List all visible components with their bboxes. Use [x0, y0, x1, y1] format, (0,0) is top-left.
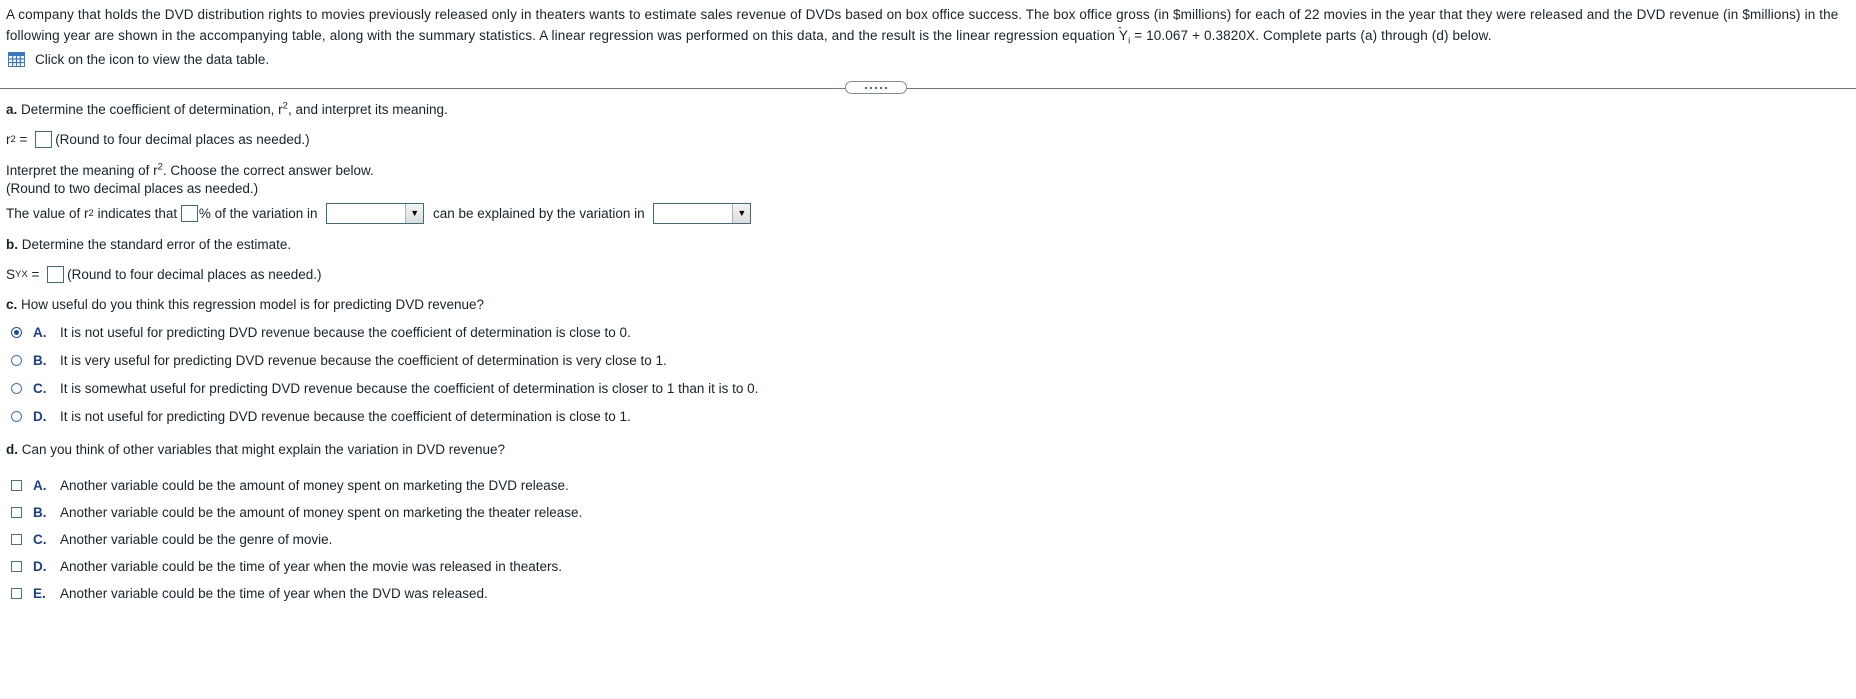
- radio-icon-a[interactable]: [11, 327, 22, 338]
- checkbox-option-a-letter: A.: [33, 478, 47, 493]
- problem-statement: A company that holds the DVD distributio…: [6, 4, 1850, 46]
- radio-option-b[interactable]: B. It is very useful for predicting DVD …: [6, 352, 1850, 370]
- radio-icon-d[interactable]: [11, 411, 22, 422]
- part-c-options: A. It is not useful for predicting DVD r…: [6, 324, 1850, 426]
- panel-splitter[interactable]: [0, 81, 1856, 94]
- part-c-prompt-text: How useful do you think this regression …: [17, 297, 484, 312]
- checkbox-option-c[interactable]: C. Another variable could be the genre o…: [6, 531, 1850, 549]
- radio-option-a[interactable]: A. It is not useful for predicting DVD r…: [6, 324, 1850, 342]
- grid-table-icon[interactable]: [8, 52, 25, 67]
- independent-variable-dropdown-value: [654, 204, 732, 223]
- checkbox-icon-a[interactable]: [11, 480, 22, 491]
- checkbox-option-e-text[interactable]: Another variable could be the time of ye…: [60, 585, 488, 603]
- r-squared-rounding-hint: (Round to four decimal places as needed.…: [55, 132, 310, 147]
- checkbox-icon-e[interactable]: [11, 588, 22, 599]
- part-b-prompt: b. Determine the standard error of the e…: [6, 237, 1850, 252]
- standard-error-answer-row: S YX = (Round to four decimal places as n…: [6, 266, 322, 283]
- value-text-explained-by: can be explained by the variation in: [429, 206, 649, 221]
- splitter-dot: [875, 86, 877, 89]
- standard-error-label: S: [6, 267, 16, 282]
- r-squared-input[interactable]: [35, 131, 53, 148]
- radio-option-d[interactable]: D. It is not useful for predicting DVD r…: [6, 408, 1850, 426]
- standard-error-equals: =: [27, 267, 44, 282]
- part-b-letter: b.: [6, 237, 18, 252]
- checkbox-icon-c[interactable]: [11, 534, 22, 545]
- radio-option-a-text[interactable]: It is not useful for predicting DVD reve…: [60, 324, 631, 342]
- checkbox-option-d-letter: D.: [33, 559, 47, 574]
- radio-option-c-text[interactable]: It is somewhat useful for predicting DVD…: [60, 380, 758, 398]
- dependent-variable-dropdown-value: [327, 204, 405, 223]
- radio-icon-c[interactable]: [11, 383, 22, 394]
- problem-statement-text-part1: A company that holds the DVD distributio…: [6, 7, 1839, 43]
- percent-variation-input[interactable]: [180, 205, 198, 222]
- independent-variable-dropdown[interactable]: ▼: [653, 203, 752, 224]
- part-c-prompt: c. How useful do you think this regressi…: [6, 297, 1850, 312]
- chevron-down-icon[interactable]: ▼: [405, 204, 424, 223]
- checkbox-option-b-text[interactable]: Another variable could be the amount of …: [60, 504, 582, 522]
- r-squared-answer-row: r2 = (Round to four decimal places as ne…: [6, 131, 310, 148]
- data-table-link-label[interactable]: Click on the icon to view the data table…: [35, 52, 269, 67]
- checkbox-icon-b[interactable]: [11, 507, 22, 518]
- part-d-options: A. Another variable could be the amount …: [6, 477, 1850, 603]
- splitter-dot: [880, 86, 882, 89]
- data-table-link-row[interactable]: Click on the icon to view the data table…: [6, 52, 1850, 67]
- splitter-dots-handle[interactable]: [845, 81, 907, 94]
- radio-icon-b[interactable]: [11, 355, 22, 366]
- interpret-instructions: Interpret the meaning of r2. Choose the …: [6, 162, 1850, 198]
- part-d-letter: d.: [6, 442, 18, 457]
- value-text-indicates: indicates that: [93, 206, 181, 221]
- radio-option-b-letter: B.: [33, 353, 47, 368]
- radio-option-d-letter: D.: [33, 409, 47, 424]
- value-text-before: The value of r: [6, 206, 89, 221]
- checkbox-icon-d[interactable]: [11, 561, 22, 572]
- standard-error-rounding-hint: (Round to four decimal places as needed.…: [67, 267, 322, 282]
- dependent-variable-dropdown[interactable]: ▼: [326, 203, 425, 224]
- r-squared-equals: =: [15, 132, 32, 147]
- part-b-prompt-text: Determine the standard error of the esti…: [18, 237, 292, 252]
- answer-area: a. Determine the coefficient of determin…: [0, 101, 1856, 603]
- part-c-letter: c.: [6, 297, 18, 312]
- splitter-dot: [885, 86, 887, 89]
- r-squared-label: r: [6, 132, 11, 147]
- interpret-text-before: Interpret the meaning of r: [6, 163, 158, 178]
- checkbox-option-d-text[interactable]: Another variable could be the time of ye…: [60, 558, 562, 576]
- checkbox-option-e[interactable]: E. Another variable could be the time of…: [6, 585, 1850, 603]
- checkbox-option-c-text[interactable]: Another variable could be the genre of m…: [60, 531, 332, 549]
- standard-error-input[interactable]: [47, 266, 65, 283]
- interpret-instruction-line: Interpret the meaning of r2. Choose the …: [6, 162, 1850, 180]
- problem-statement-text-part2: = 10.067 + 0.3820X. Complete parts (a) t…: [1130, 28, 1492, 43]
- checkbox-option-a[interactable]: A. Another variable could be the amount …: [6, 477, 1850, 495]
- part-d-prompt-text: Can you think of other variables that mi…: [18, 442, 506, 457]
- splitter-dot: [870, 86, 872, 89]
- interpret-rounding-hint: (Round to two decimal places as needed.): [6, 181, 259, 196]
- checkbox-option-d[interactable]: D. Another variable could be the time of…: [6, 558, 1850, 576]
- radio-option-d-text[interactable]: It is not useful for predicting DVD reve…: [60, 408, 631, 426]
- checkbox-option-c-letter: C.: [33, 532, 47, 547]
- chevron-down-icon[interactable]: ▼: [732, 204, 751, 223]
- r-squared-interpretation-row: The value of r2 indicates that % of the …: [6, 203, 1850, 224]
- part-d-prompt: d. Can you think of other variables that…: [6, 442, 1850, 457]
- radio-option-c-letter: C.: [33, 381, 47, 396]
- radio-option-b-text[interactable]: It is very useful for predicting DVD rev…: [60, 352, 667, 370]
- value-text-variation-in: % of the variation in: [198, 206, 322, 221]
- radio-option-c[interactable]: C. It is somewhat useful for predicting …: [6, 380, 1850, 398]
- part-a-prompt-text-after: , and interpret its meaning.: [287, 102, 448, 117]
- radio-option-a-letter: A.: [33, 325, 47, 340]
- checkbox-option-a-text[interactable]: Another variable could be the amount of …: [60, 477, 569, 495]
- checkbox-option-b-letter: B.: [33, 505, 47, 520]
- part-a-letter: a.: [6, 102, 18, 117]
- splitter-dot: [865, 86, 867, 89]
- interpret-text-after: . Choose the correct answer below.: [162, 163, 374, 178]
- problem-header: A company that holds the DVD distributio…: [0, 0, 1856, 67]
- part-a-prompt: a. Determine the coefficient of determin…: [6, 101, 1850, 117]
- part-a-prompt-text-before: Determine the coefficient of determinati…: [17, 102, 283, 117]
- checkbox-option-e-letter: E.: [33, 586, 46, 601]
- regression-equation-symbol: ̂ Y: [1118, 26, 1129, 43]
- checkbox-option-b[interactable]: B. Another variable could be the amount …: [6, 504, 1850, 522]
